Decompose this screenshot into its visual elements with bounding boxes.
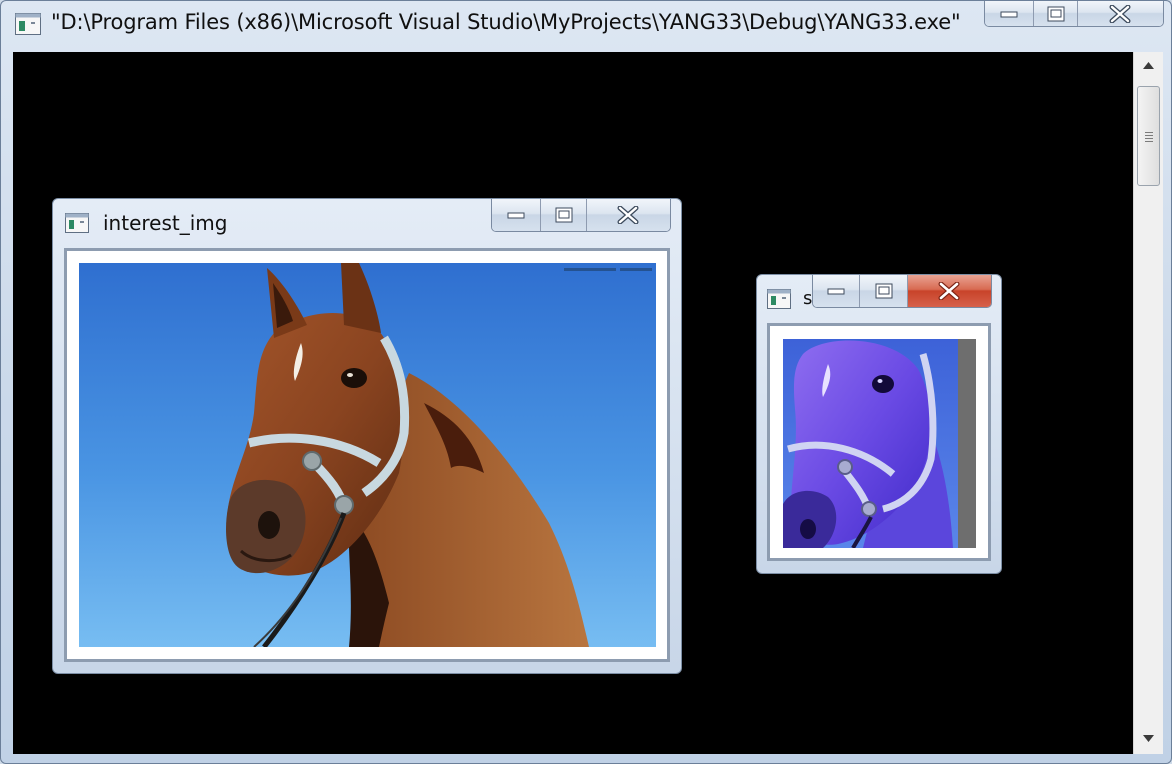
interest-caption-buttons xyxy=(491,199,671,232)
interest-maximize-button[interactable] xyxy=(541,199,587,231)
interest-img-frame xyxy=(64,248,670,662)
maximize-icon xyxy=(555,207,573,223)
console-caption-buttons xyxy=(984,1,1164,27)
close-icon xyxy=(1109,4,1131,23)
small-caption-buttons xyxy=(812,275,992,308)
scroll-up-button[interactable] xyxy=(1134,52,1163,80)
maximize-icon xyxy=(875,283,893,299)
console-close-button[interactable] xyxy=(1077,1,1163,26)
interest-close-button[interactable] xyxy=(586,199,670,231)
interest-img-title: interest_img xyxy=(103,211,228,235)
horse-tinted-image xyxy=(783,339,976,548)
close-icon xyxy=(617,206,639,224)
maximize-icon xyxy=(1047,6,1065,21)
app-window-icon xyxy=(767,289,791,309)
small-close-button[interactable] xyxy=(907,275,991,307)
arrow-up-icon xyxy=(1143,62,1154,69)
scroll-down-button[interactable] xyxy=(1134,725,1163,753)
console-titlebar[interactable]: "D:\Program Files (x86)\Microsoft Visual… xyxy=(1,1,1172,49)
small-img-window[interactable]: s xyxy=(756,274,1002,574)
minimize-icon xyxy=(1000,11,1018,17)
close-icon xyxy=(938,282,960,300)
console-title: "D:\Program Files (x86)\Microsoft Visual… xyxy=(51,10,961,34)
interest-minimize-button[interactable] xyxy=(492,199,542,231)
app-window-icon xyxy=(65,213,89,233)
vertical-scrollbar[interactable] xyxy=(1133,52,1163,754)
small-maximize-button[interactable] xyxy=(860,275,908,307)
small-minimize-button[interactable] xyxy=(813,275,861,307)
interest-img-window[interactable]: interest_img xyxy=(52,198,682,674)
console-maximize-button[interactable] xyxy=(1034,1,1078,26)
console-minimize-button[interactable] xyxy=(985,1,1035,26)
small-img-title: s xyxy=(803,288,813,309)
horse-image xyxy=(79,263,656,647)
minimize-icon xyxy=(827,288,845,295)
arrow-down-icon xyxy=(1143,735,1154,742)
small-img-frame xyxy=(767,323,991,561)
minimize-icon xyxy=(507,212,525,219)
scroll-thumb[interactable] xyxy=(1137,86,1160,186)
console-window-icon xyxy=(15,13,41,35)
